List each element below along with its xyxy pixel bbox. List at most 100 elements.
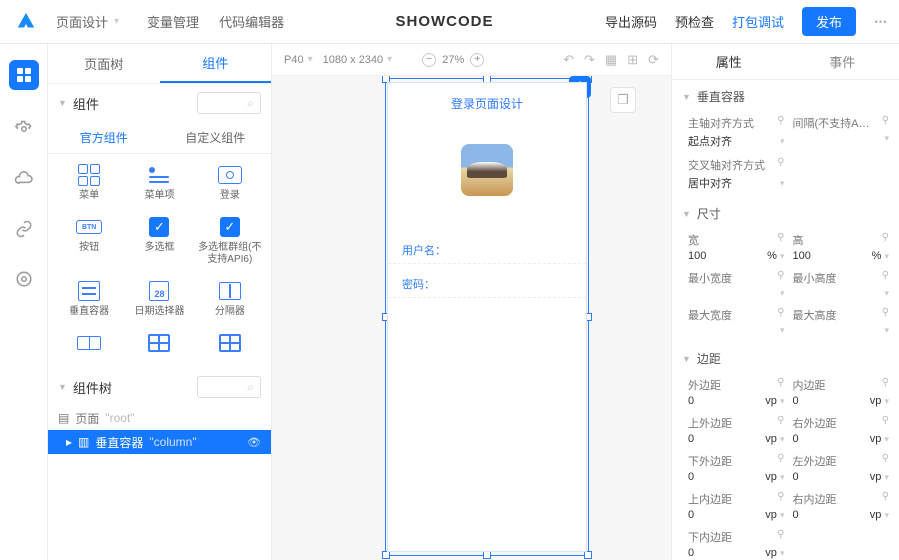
top-bar: 页面设计 ▾ 变量管理 代码编辑器 SHOWCODE 导出源码 预检查 打包调试… [0, 0, 899, 44]
group-vbox[interactable]: ▼垂直容器 [672, 80, 899, 113]
main-axis-select[interactable]: 起点对齐▾ [688, 133, 785, 149]
padding-right-input[interactable]: 0vp ▾ [793, 509, 890, 521]
tree-search-input[interactable]: ⌕ [197, 376, 261, 398]
password-field[interactable]: 密码： [388, 270, 586, 298]
margin-left-input[interactable]: 0vp ▾ [793, 471, 890, 483]
publish-button[interactable]: 发布 [802, 7, 856, 36]
margin-bottom-input[interactable]: 0vp ▾ [688, 471, 785, 483]
comp-grid[interactable] [124, 332, 194, 358]
comp-record[interactable]: 登录 [195, 164, 265, 202]
group-margin[interactable]: ▼边距 [672, 342, 899, 375]
margin-input[interactable]: 0vp ▾ [688, 395, 785, 407]
phone-preview[interactable]: 登录页面设计 用户名： 密码： [387, 82, 587, 552]
comp-menu[interactable]: 菜单 [54, 164, 124, 202]
rail-cloud-icon[interactable] [13, 168, 35, 190]
canvas-toolbar: P40▾ 1080 x 2340▾ − 27% + ↶ ↷ ▦ ⊞ ⟳ [272, 44, 671, 76]
collapse-icon: ▼ [58, 382, 67, 392]
tab-attributes[interactable]: 属性 [672, 44, 786, 79]
username-field[interactable]: 用户名： [388, 236, 586, 264]
comp-button[interactable]: BTN按钮 [54, 216, 124, 266]
cross-axis-select[interactable]: 居中对齐▾ [688, 175, 785, 191]
component-search-input[interactable]: ⌕ [197, 92, 261, 114]
chevron-down-icon: ▾ [114, 16, 119, 27]
link-icon[interactable]: ⚲ [777, 232, 784, 248]
chevron-down-icon: ▾ [387, 54, 392, 65]
component-subtabs: 官方组件 自定义组件 [48, 122, 271, 154]
link-icon[interactable]: ⚲ [777, 157, 784, 173]
min-height-input[interactable]: ▾ [793, 288, 890, 299]
rail-settings-icon[interactable] [13, 118, 35, 140]
max-height-input[interactable]: ▾ [793, 325, 890, 336]
pack-debug-link[interactable]: 打包调试 [732, 12, 784, 31]
max-width-input[interactable]: ▾ [688, 325, 785, 336]
margin-top-input[interactable]: 0vp ▾ [688, 433, 785, 445]
gap-input[interactable]: ▾ [793, 133, 890, 144]
page-dropdown-label: 页面设计 [56, 12, 108, 31]
top-menu: 变量管理 代码编辑器 [147, 12, 284, 31]
rail-gear-icon[interactable] [13, 268, 35, 290]
layers-button[interactable]: ❐ [610, 87, 636, 113]
link-icon[interactable]: ⚲ [882, 115, 889, 131]
ruler-icon[interactable]: ▦ [605, 52, 617, 68]
height-input[interactable]: 100% ▾ [793, 250, 890, 262]
min-width-input[interactable]: ▾ [688, 288, 785, 299]
export-source-link[interactable]: 导出源码 [605, 12, 657, 31]
comp-checkbox-group[interactable]: ✓多选框群组(不支持API6) [195, 216, 265, 266]
left-panel: 页面树 组件 ▼ 组件 ⌕ 官方组件 自定义组件 菜单 菜单项 登录 BTN按钮… [48, 44, 272, 560]
resize-handle[interactable] [483, 551, 491, 559]
tree-root-row[interactable]: ▤ 页面 "root" [48, 406, 271, 430]
rail-link-icon[interactable] [13, 218, 35, 240]
width-input[interactable]: 100% ▾ [688, 250, 785, 262]
resize-handle[interactable] [382, 551, 390, 559]
tab-components[interactable]: 组件 [160, 44, 272, 83]
comp-divider[interactable]: 分隔器 [195, 280, 265, 318]
visibility-icon[interactable]: 👁 [247, 436, 261, 449]
padding-bottom-input[interactable]: 0vp ▾ [688, 547, 785, 559]
canvas[interactable]: ✥ ❐ 登录页面设计 用户名： 密码： [272, 76, 671, 560]
tab-code-editor[interactable]: 代码编辑器 [219, 12, 284, 31]
top-right: 导出源码 预检查 打包调试 发布 ⋯ [605, 7, 887, 36]
tree-section-header[interactable]: ▼ 组件树 ⌕ [48, 368, 271, 406]
comp-menu-item[interactable]: 菜单项 [124, 164, 194, 202]
comp-datepicker[interactable]: 28日期选择器 [124, 280, 194, 318]
comp-extra[interactable] [195, 332, 265, 358]
more-icon[interactable]: ⋯ [874, 14, 887, 30]
zoom-in-button[interactable]: + [470, 53, 484, 67]
snap-icon[interactable]: ⊞ [627, 52, 638, 68]
tree-child-row[interactable]: ▸ ▥ 垂直容器 "column" 👁 [48, 430, 271, 454]
tree-section-label: 组件树 [73, 378, 191, 397]
resolution-select[interactable]: 1080 x 2340▾ [323, 54, 393, 66]
page-icon: ▤ [58, 411, 69, 425]
padding-input[interactable]: 0vp ▾ [793, 395, 890, 407]
group-size[interactable]: ▼尺寸 [672, 197, 899, 230]
device-select[interactable]: P40▾ [284, 54, 313, 66]
link-icon[interactable]: ⚲ [777, 115, 784, 131]
resize-handle[interactable] [584, 551, 592, 559]
tab-events[interactable]: 事件 [786, 44, 899, 79]
padding-top-input[interactable]: 0vp ▾ [688, 509, 785, 521]
zoom-out-button[interactable]: − [422, 53, 436, 67]
zoom-controls: − 27% + [422, 53, 484, 67]
comp-vbox[interactable]: 垂直容器 [54, 280, 124, 318]
undo-icon[interactable]: ↶ [563, 52, 574, 68]
components-section-header[interactable]: ▼ 组件 ⌕ [48, 84, 271, 122]
subtab-custom[interactable]: 自定义组件 [160, 129, 272, 146]
link-icon[interactable]: ⚲ [882, 232, 889, 248]
margin-right-input[interactable]: 0vp ▾ [793, 433, 890, 445]
right-tabs: 属性 事件 [672, 44, 899, 80]
tab-page-tree[interactable]: 页面树 [48, 44, 160, 83]
subtab-official[interactable]: 官方组件 [48, 129, 160, 146]
search-icon: ⌕ [247, 96, 254, 111]
precheck-link[interactable]: 预检查 [675, 12, 714, 31]
left-panel-tabs: 页面树 组件 [48, 44, 271, 84]
preview-title: 登录页面设计 [388, 83, 586, 120]
page-dropdown[interactable]: 页面设计 ▾ [48, 12, 127, 31]
comp-row[interactable] [54, 332, 124, 358]
avatar-image [461, 144, 513, 196]
refresh-icon[interactable]: ⟳ [648, 52, 659, 68]
redo-icon[interactable]: ↷ [584, 52, 595, 68]
tab-variables[interactable]: 变量管理 [147, 12, 199, 31]
component-grid: 菜单 菜单项 登录 BTN按钮 ✓多选框 ✓多选框群组(不支持API6) 垂直容… [48, 154, 271, 368]
comp-checkbox[interactable]: ✓多选框 [124, 216, 194, 266]
rail-components-icon[interactable] [9, 60, 39, 90]
